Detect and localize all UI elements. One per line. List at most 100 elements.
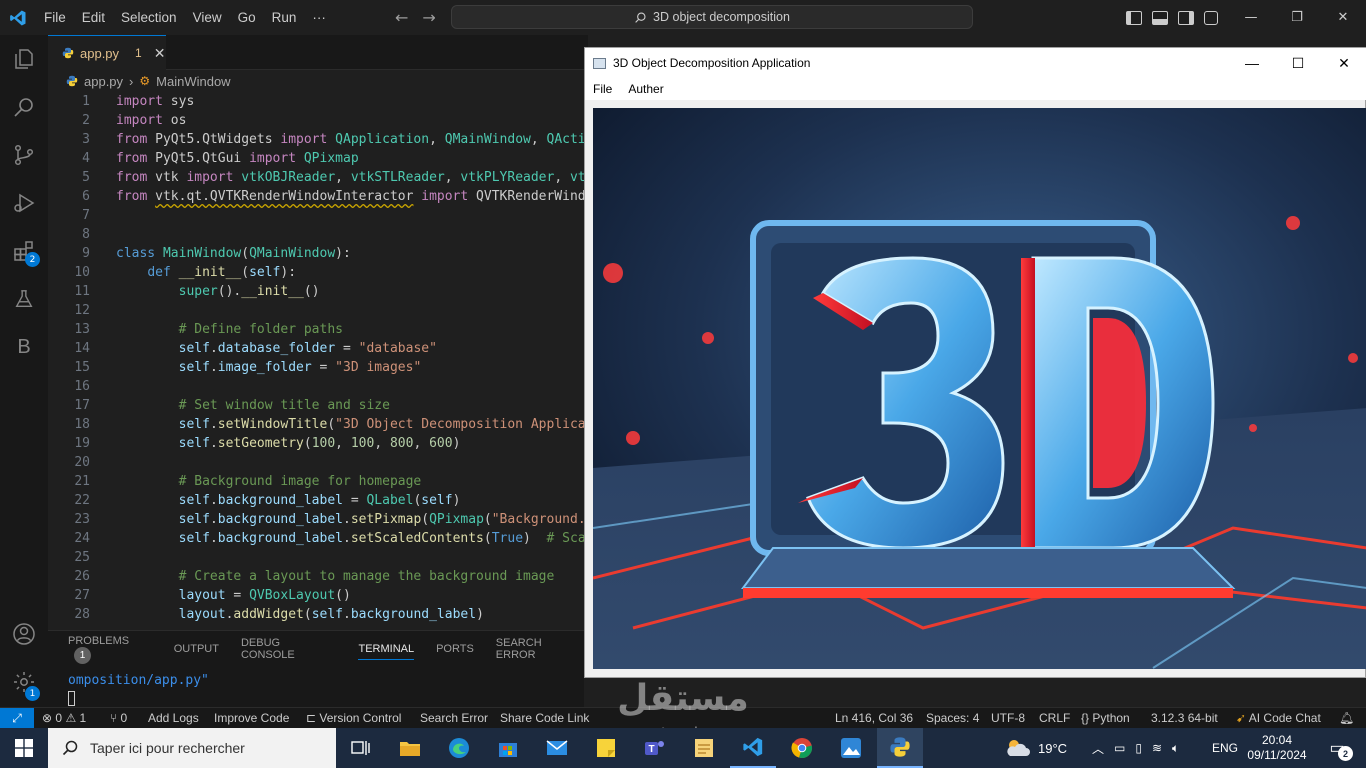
code-line[interactable]: 9 class MainWindow(QMainWindow): — [48, 244, 584, 263]
chrome-icon[interactable] — [779, 728, 825, 768]
menu-edit[interactable]: Edit — [74, 0, 113, 35]
tab-app-py[interactable]: app.py 1 ✕ — [48, 35, 166, 70]
file-explorer-icon[interactable] — [387, 728, 433, 768]
show-hidden-icons-icon[interactable]: ︿ — [1092, 740, 1104, 757]
notepad-icon[interactable] — [681, 728, 727, 768]
code-line[interactable]: 19 self.setGeometry(100, 100, 800, 600) — [48, 434, 584, 453]
share-code-link-button[interactable]: Share Code Link — [500, 708, 589, 729]
tab-search-error[interactable]: SEARCH ERROR — [496, 637, 584, 661]
version-control-button[interactable]: ⊏ Version Control — [306, 708, 401, 729]
customize-layout-icon[interactable] — [1204, 10, 1218, 25]
code-line[interactable]: 21 # Background image for homepage — [48, 472, 584, 491]
improve-code-button[interactable]: Improve Code — [214, 708, 289, 729]
menu-more[interactable]: ··· — [304, 0, 334, 35]
code-line[interactable]: 27 layout = QVBoxLayout() — [48, 586, 584, 605]
menu-run[interactable]: Run — [264, 0, 305, 35]
cursor-position[interactable]: Ln 416, Col 36 — [835, 708, 913, 729]
code-line[interactable]: 17 # Set window title and size — [48, 396, 584, 415]
taskbar-search-box[interactable]: Taper ici pour rechercher — [48, 728, 336, 768]
menu-go[interactable]: Go — [230, 0, 264, 35]
search-icon[interactable] — [0, 83, 48, 131]
tab-debug-console[interactable]: DEBUG CONSOLE — [241, 637, 337, 661]
meet-now-icon[interactable]: ▭ — [1114, 741, 1125, 755]
command-center[interactable]: 3D object decomposition — [451, 5, 973, 29]
toggle-secondary-sidebar-icon[interactable] — [1178, 10, 1194, 25]
volume-icon[interactable]: 🔈︎ — [1172, 741, 1179, 756]
edge-browser-icon[interactable] — [436, 728, 482, 768]
start-button[interactable] — [0, 728, 48, 768]
qt-menu-auther[interactable]: Auther — [620, 82, 671, 96]
indentation-status[interactable]: Spaces: 4 — [926, 708, 979, 729]
toggle-primary-sidebar-icon[interactable] — [1126, 10, 1142, 25]
run-debug-icon[interactable] — [0, 179, 48, 227]
code-line[interactable]: 10 def __init__(self): — [48, 263, 584, 282]
qt-menu-file[interactable]: File — [585, 82, 620, 96]
code-line[interactable]: 2 import os — [48, 111, 584, 130]
code-line[interactable]: 23 self.background_label.setPixmap(QPixm… — [48, 510, 584, 529]
ai-code-chat-button[interactable]: ➹ AI Code Chat — [1236, 708, 1321, 729]
weather-widget[interactable]: 19°C — [1004, 728, 1067, 768]
back-arrow-icon[interactable]: ← — [395, 8, 408, 27]
code-line[interactable]: 16 — [48, 377, 584, 396]
extension-b-icon[interactable]: B — [0, 323, 48, 371]
wifi-icon[interactable]: ≋ — [1152, 741, 1162, 755]
python-interpreter[interactable]: 3.12.3 64-bit — [1151, 708, 1218, 729]
code-line[interactable]: 4 from PyQt5.QtGui import QPixmap — [48, 149, 584, 168]
mail-icon[interactable] — [534, 728, 580, 768]
code-line[interactable]: 14 self.database_folder = "database" — [48, 339, 584, 358]
close-button[interactable]: ✕ — [1320, 0, 1366, 35]
tab-problems[interactable]: PROBLEMS1 — [68, 635, 152, 664]
restore-button[interactable]: ❐ — [1274, 0, 1320, 35]
code-line[interactable]: 8 — [48, 225, 584, 244]
menu-selection[interactable]: Selection — [113, 0, 185, 35]
code-line[interactable]: 7 — [48, 206, 584, 225]
code-line[interactable]: 12 — [48, 301, 584, 320]
microsoft-store-icon[interactable] — [485, 728, 531, 768]
language-mode[interactable]: {} Python — [1081, 708, 1130, 729]
code-line[interactable]: 28 layout.addWidget(self.background_labe… — [48, 605, 584, 624]
code-line[interactable]: 24 self.background_label.setScaledConten… — [48, 529, 584, 548]
breadcrumb-symbol[interactable]: MainWindow — [156, 74, 230, 89]
code-line[interactable]: 13 # Define folder paths — [48, 320, 584, 339]
extensions-icon[interactable]: 2 — [0, 227, 48, 275]
tab-output[interactable]: OUTPUT — [174, 643, 219, 655]
clock[interactable]: 20:04 09/11/2024 — [1247, 728, 1306, 768]
code-line[interactable]: 25 — [48, 548, 584, 567]
manage-gear-icon[interactable]: 1 — [0, 658, 48, 706]
code-line[interactable]: 3 from PyQt5.QtWidgets import QApplicatio… — [48, 130, 584, 149]
notifications-bell-icon[interactable]: 🔔︎ — [1339, 708, 1354, 729]
tab-close-icon[interactable]: ✕ — [154, 45, 166, 62]
source-control-icon[interactable] — [0, 131, 48, 179]
qt-close-button[interactable]: ✕ — [1321, 48, 1366, 78]
code-line[interactable]: 22 self.background_label = QLabel(self) — [48, 491, 584, 510]
problems-status[interactable]: ⊗ 0 ⚠ 1 — [42, 708, 86, 729]
menu-file[interactable]: File — [36, 0, 74, 35]
tab-ports[interactable]: PORTS — [436, 643, 474, 655]
network-icon[interactable]: ▯ — [1135, 741, 1142, 755]
testing-flask-icon[interactable] — [0, 275, 48, 323]
task-view-icon[interactable] — [338, 728, 384, 768]
remote-indicator-icon[interactable]: ⤢ — [0, 708, 34, 729]
code-line[interactable]: 18 self.setWindowTitle("3D Object Decomp… — [48, 415, 584, 434]
code-line[interactable]: 15 self.image_folder = "3D images" — [48, 358, 584, 377]
python-app-icon[interactable] — [877, 728, 923, 768]
minimize-button[interactable]: — — [1228, 0, 1274, 35]
code-line[interactable]: 11 super().__init__() — [48, 282, 584, 301]
encoding-status[interactable]: UTF-8 — [991, 708, 1025, 729]
input-language[interactable]: ENG — [1212, 728, 1238, 768]
code-line[interactable]: 1 import sys — [48, 92, 584, 111]
eol-status[interactable]: CRLF — [1039, 708, 1070, 729]
code-line[interactable]: 5 from vtk import vtkOBJReader, vtkSTLRea… — [48, 168, 584, 187]
vscode-taskbar-icon[interactable] — [730, 728, 776, 768]
breadcrumb-file[interactable]: app.py — [84, 74, 123, 89]
terminal-cursor[interactable] — [68, 691, 75, 706]
qt-minimize-button[interactable]: — — [1229, 48, 1275, 78]
notification-center-icon[interactable]: ▭ 2 — [1322, 728, 1353, 768]
search-error-button[interactable]: Search Error — [420, 708, 488, 729]
code-line[interactable]: 26 # Create a layout to manage the backg… — [48, 567, 584, 586]
code-editor[interactable]: 1 import sys 2 import os 3 from PyQt5.QtWidge… — [48, 92, 584, 629]
teams-icon[interactable]: T — [632, 728, 678, 768]
code-line[interactable]: 20 — [48, 453, 584, 472]
tab-terminal[interactable]: TERMINAL — [358, 643, 415, 660]
toggle-panel-icon[interactable] — [1152, 10, 1168, 25]
